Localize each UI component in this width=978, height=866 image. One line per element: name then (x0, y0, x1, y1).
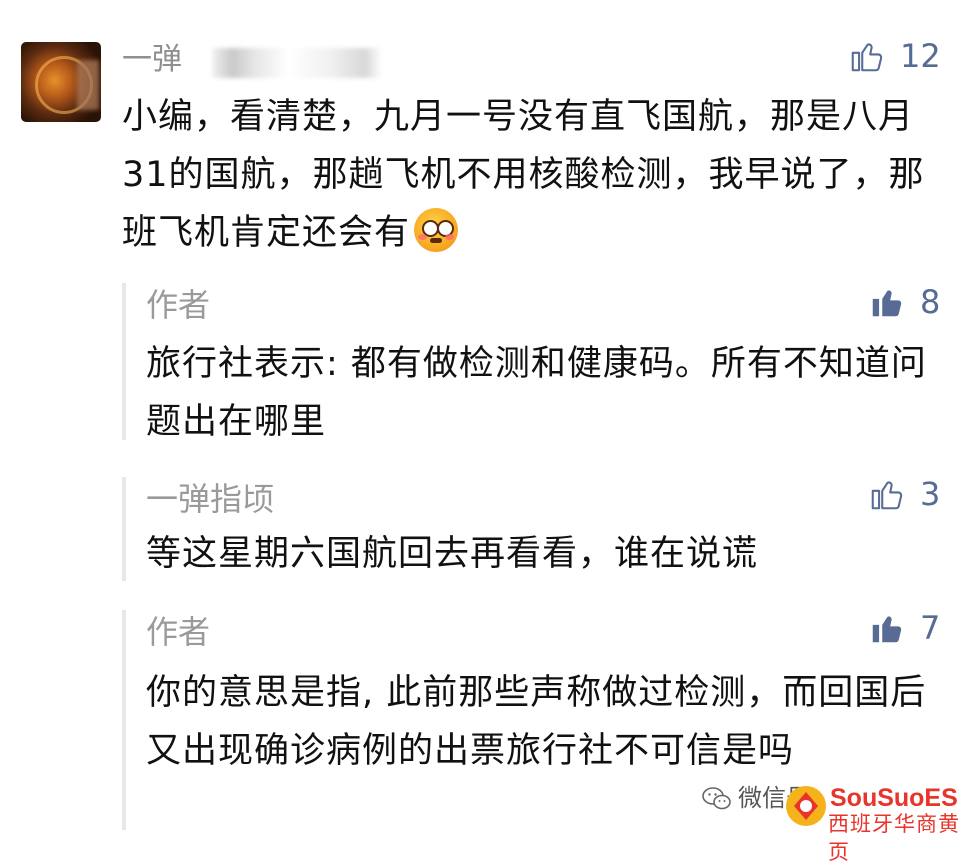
wechat-icon (702, 787, 731, 810)
like-count: 7 (920, 609, 941, 647)
reply-author[interactable]: 作者 (146, 283, 210, 327)
flushed-face-emoji (414, 208, 459, 252)
like-button[interactable]: 3 (868, 474, 940, 514)
reply-item: 一弹指顷 等这星期六国航回去再看看，谁在说谎 (122, 477, 956, 581)
like-button[interactable]: 7 (868, 608, 940, 648)
comment-author[interactable]: 一弹 (122, 38, 182, 82)
like-count: 3 (920, 475, 941, 513)
comment-text: 小编，看清楚，九月一号没有直飞国航，那是八月31的国航，那趟飞机不用核酸检测，我… (122, 88, 952, 262)
avatar-blur-mask (77, 60, 99, 110)
like-button[interactable]: 12 (848, 36, 941, 76)
like-count: 12 (900, 37, 941, 75)
comment-body: 小编，看清楚，九月一号没有直飞国航，那是八月31的国航，那趟飞机不用核酸检测，我… (122, 97, 925, 253)
reply-author[interactable]: 一弹指顷 (146, 477, 274, 521)
like-button[interactable]: 8 (868, 282, 940, 322)
thumbs-up-outline-icon (851, 43, 883, 72)
reply-text: 你的意思是指, 此前那些声称做过检测，而回国后又出现确诊病例的出票旅行社不可信是… (146, 673, 927, 771)
reply-item: 作者 旅行社表示: 都有做检测和健康码。所有不知道问题出在哪里 (122, 283, 956, 442)
thumbs-up-filled-icon (872, 290, 902, 317)
reply-author[interactable]: 作者 (146, 610, 210, 654)
watermark: 微信号: SouSuoES 西班牙华商黄页 (702, 780, 978, 864)
brand-logo-icon (786, 786, 826, 826)
name-redaction-mask (212, 48, 382, 78)
avatar[interactable] (21, 42, 101, 122)
brand-subtitle: 西班牙华商黄页 (828, 812, 960, 864)
like-count: 8 (920, 283, 941, 321)
thumbs-up-filled-icon (872, 616, 902, 643)
reply-text: 旅行社表示: 都有做检测和健康码。所有不知道问题出在哪里 (146, 344, 927, 442)
thumbs-up-outline-icon (871, 481, 903, 510)
reply-text: 等这星期六国航回去再看看，谁在说谎 (146, 534, 759, 574)
